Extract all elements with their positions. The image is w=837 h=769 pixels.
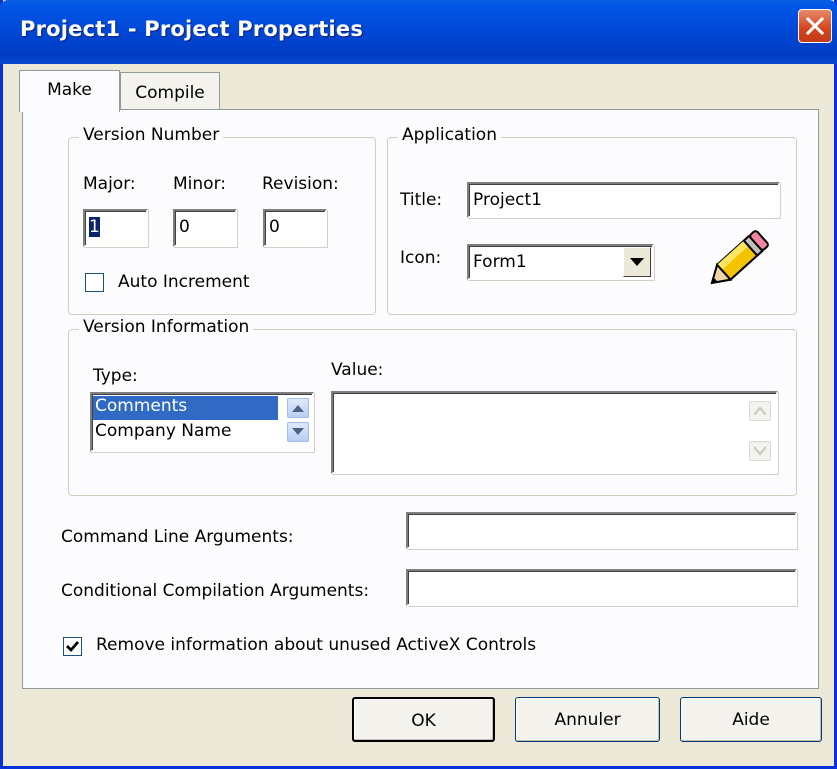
arrow-down-icon bbox=[292, 428, 304, 435]
type-scroll-down-button[interactable] bbox=[287, 422, 309, 442]
value-scroll-up-button[interactable] bbox=[749, 401, 771, 421]
revision-label: Revision: bbox=[262, 174, 339, 194]
tab-make-label: Make bbox=[47, 80, 92, 100]
arrow-down-icon bbox=[754, 447, 766, 455]
app-title-label: Title: bbox=[400, 190, 443, 210]
type-scroll-up-button[interactable] bbox=[287, 398, 309, 418]
list-item-comments[interactable]: Comments bbox=[93, 396, 278, 420]
icon-select-dropdown-button[interactable] bbox=[623, 247, 651, 277]
ok-button-label: OK bbox=[411, 711, 436, 731]
type-listbox[interactable]: Comments Company Name bbox=[90, 392, 314, 452]
title-bar[interactable]: Project1 - Project Properties bbox=[0, 0, 837, 64]
version-information-legend: Version Information bbox=[79, 317, 254, 337]
tab-make[interactable]: Make bbox=[19, 70, 120, 112]
auto-increment-checkbox[interactable] bbox=[85, 273, 104, 292]
app-icon-label: Icon: bbox=[400, 248, 442, 268]
app-title-value: Project1 bbox=[473, 190, 542, 210]
remove-activex-checkbox[interactable] bbox=[63, 637, 82, 656]
auto-increment-label: Auto Increment bbox=[118, 272, 250, 292]
close-icon bbox=[806, 17, 824, 35]
make-tab-panel: Version Number Major: Minor: Revision: 1… bbox=[22, 109, 819, 689]
app-title-input[interactable]: Project1 bbox=[467, 182, 780, 218]
list-item-comments-label: Comments bbox=[95, 396, 188, 416]
conditional-compilation-input[interactable] bbox=[406, 569, 797, 606]
help-button[interactable]: Aide bbox=[680, 697, 822, 742]
project-properties-dialog: Project1 - Project Properties Make Compi… bbox=[0, 0, 837, 769]
tab-compile[interactable]: Compile bbox=[120, 72, 220, 110]
help-button-label: Aide bbox=[732, 710, 770, 730]
value-scroll-down-button[interactable] bbox=[749, 441, 771, 461]
minor-input[interactable]: 0 bbox=[173, 209, 237, 247]
major-input[interactable]: 1 bbox=[83, 209, 148, 247]
icon-select[interactable]: Form1 bbox=[467, 244, 654, 280]
window-title: Project1 - Project Properties bbox=[20, 17, 364, 41]
revision-input[interactable]: 0 bbox=[263, 209, 327, 247]
minor-value: 0 bbox=[179, 217, 190, 237]
version-number-legend: Version Number bbox=[79, 125, 224, 145]
list-item-company-name[interactable]: Company Name bbox=[93, 421, 278, 445]
remove-activex-label: Remove information about unused ActiveX … bbox=[96, 635, 537, 655]
major-label: Major: bbox=[83, 174, 136, 194]
checkmark-icon bbox=[66, 641, 80, 653]
type-label: Type: bbox=[93, 366, 138, 386]
pencil-icon bbox=[710, 230, 769, 285]
icon-select-value: Form1 bbox=[473, 252, 527, 272]
revision-value: 0 bbox=[269, 217, 280, 237]
chevron-down-icon bbox=[630, 258, 644, 266]
close-button[interactable] bbox=[798, 9, 832, 43]
version-value-textarea[interactable] bbox=[331, 391, 778, 474]
cancel-button-label: Annuler bbox=[554, 710, 621, 730]
cancel-button[interactable]: Annuler bbox=[515, 697, 660, 742]
arrow-up-icon bbox=[292, 405, 304, 412]
minor-label: Minor: bbox=[173, 174, 226, 194]
tab-compile-label: Compile bbox=[135, 83, 205, 103]
arrow-up-icon bbox=[754, 407, 766, 415]
command-line-input[interactable] bbox=[406, 512, 797, 549]
command-line-label: Command Line Arguments: bbox=[61, 527, 294, 547]
list-item-company-name-label: Company Name bbox=[95, 421, 232, 441]
major-value: 1 bbox=[89, 217, 100, 237]
value-label: Value: bbox=[331, 360, 384, 380]
application-legend: Application bbox=[398, 125, 501, 145]
ok-button[interactable]: OK bbox=[352, 697, 495, 742]
conditional-compilation-label: Conditional Compilation Arguments: bbox=[61, 581, 370, 601]
